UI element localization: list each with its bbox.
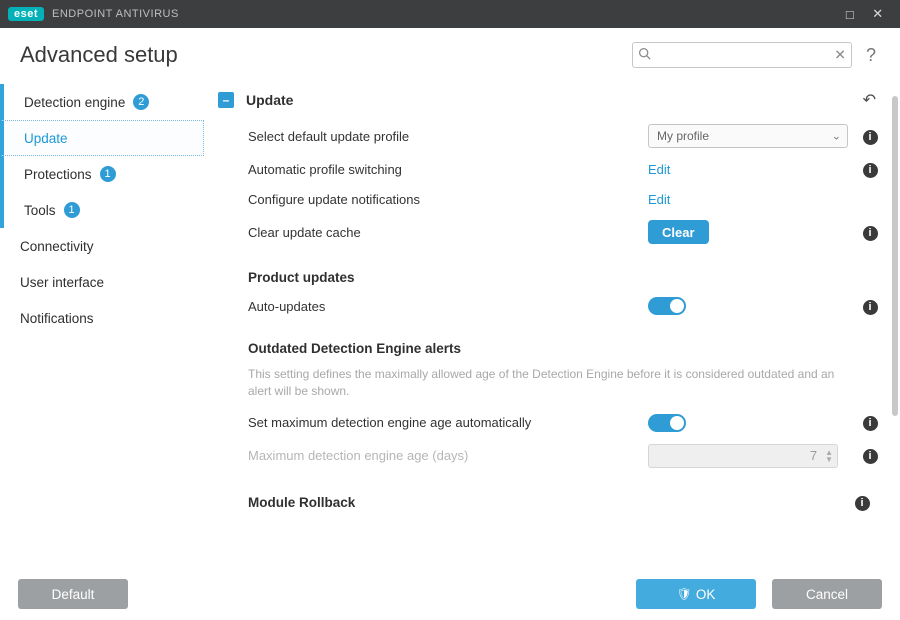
row-clear-cache: Clear update cache Clear i	[214, 214, 890, 250]
info-icon[interactable]: i	[863, 449, 878, 464]
sidebar-item-label: Tools	[24, 203, 56, 218]
row-max-age-days: Maximum detection engine age (days) 7 ▲▼…	[214, 438, 890, 474]
header: Advanced setup ✕ ?	[0, 28, 900, 76]
sidebar-item-label: User interface	[20, 275, 104, 290]
section-title: Update	[246, 92, 863, 108]
brand-badge: eset	[8, 7, 44, 21]
shield-icon: 🛡	[677, 587, 692, 601]
default-button[interactable]: Default	[18, 579, 128, 609]
max-age-days-stepper: 7 ▲▼	[648, 444, 838, 468]
profile-select[interactable]: My profile ⌄	[648, 124, 848, 148]
content-panel: – Update ↶ Select default update profile…	[210, 76, 900, 560]
info-icon[interactable]: i	[863, 226, 878, 241]
sidebar-badge: 2	[133, 94, 149, 110]
edit-link-notifications[interactable]: Edit	[648, 192, 670, 207]
row-auto-updates: Auto-updates i	[214, 291, 890, 321]
info-icon[interactable]: i	[863, 163, 878, 178]
select-value: My profile	[657, 129, 709, 143]
sidebar-badge: 1	[100, 166, 116, 182]
stepper-value: 7	[810, 448, 817, 463]
sidebar: Detection engine 2 Update Protections 1 …	[0, 76, 210, 560]
row-auto-switch: Automatic profile switching Edit i	[214, 154, 890, 184]
info-icon[interactable]: i	[863, 300, 878, 315]
collapse-icon[interactable]: –	[218, 92, 234, 108]
outdated-note: This setting defines the maximally allow…	[214, 362, 890, 408]
sidebar-item-protections[interactable]: Protections 1	[0, 156, 210, 192]
stepper-arrows-icon: ▲▼	[825, 449, 833, 463]
sidebar-item-label: Detection engine	[24, 95, 125, 110]
sidebar-item-update[interactable]: Update	[0, 120, 204, 156]
row-label: Set maximum detection engine age automat…	[248, 415, 648, 430]
sidebar-item-detection-engine[interactable]: Detection engine 2	[0, 84, 210, 120]
max-age-auto-toggle[interactable]	[648, 414, 686, 432]
sidebar-item-user-interface[interactable]: User interface	[0, 264, 210, 300]
search-input[interactable]	[632, 42, 852, 68]
ok-button[interactable]: 🛡 OK	[636, 579, 756, 609]
sidebar-item-connectivity[interactable]: Connectivity	[0, 228, 210, 264]
row-set-max-auto: Set maximum detection engine age automat…	[214, 408, 890, 438]
window-maximize-icon[interactable]: □	[836, 7, 864, 22]
row-label: Maximum detection engine age (days)	[248, 448, 648, 463]
cancel-button[interactable]: Cancel	[772, 579, 882, 609]
row-label: Automatic profile switching	[248, 162, 648, 177]
scroll-thumb[interactable]	[892, 96, 898, 416]
sidebar-item-label: Connectivity	[20, 239, 94, 254]
sidebar-item-label: Update	[24, 131, 68, 146]
sidebar-item-label: Notifications	[20, 311, 94, 326]
titlebar: eset ENDPOINT ANTIVIRUS □ ✕	[0, 0, 900, 28]
subhead-rollback: Module Rollback i	[214, 474, 890, 517]
ok-label: OK	[696, 587, 716, 602]
edit-link-auto-switch[interactable]: Edit	[648, 162, 670, 177]
help-icon[interactable]: ?	[866, 45, 876, 66]
row-label: Configure update notifications	[248, 192, 648, 207]
clear-search-icon[interactable]: ✕	[834, 47, 846, 64]
footer: Default 🛡 OK Cancel	[0, 568, 900, 620]
page-title: Advanced setup	[20, 42, 632, 68]
chevron-down-icon: ⌄	[832, 130, 841, 143]
info-icon[interactable]: i	[863, 130, 878, 145]
subhead-outdated: Outdated Detection Engine alerts	[214, 321, 890, 362]
product-name: ENDPOINT ANTIVIRUS	[52, 8, 179, 20]
info-icon[interactable]: i	[863, 416, 878, 431]
undo-icon[interactable]: ↶	[863, 90, 876, 110]
auto-updates-toggle[interactable]	[648, 297, 686, 315]
sidebar-badge: 1	[64, 202, 80, 218]
search-box[interactable]: ✕	[632, 42, 852, 68]
scrollbar[interactable]	[892, 96, 898, 562]
sidebar-item-label: Protections	[24, 167, 92, 182]
section-head-update: – Update ↶	[214, 82, 890, 118]
row-label: Clear update cache	[248, 225, 648, 240]
clear-button[interactable]: Clear	[648, 220, 709, 244]
sidebar-item-tools[interactable]: Tools 1	[0, 192, 210, 228]
sidebar-item-notifications[interactable]: Notifications	[0, 300, 210, 336]
row-select-profile: Select default update profile My profile…	[214, 118, 890, 154]
row-label: Select default update profile	[248, 129, 648, 144]
window-close-icon[interactable]: ✕	[864, 6, 892, 22]
row-label: Auto-updates	[248, 299, 648, 314]
subhead-label: Module Rollback	[248, 495, 850, 510]
row-notifications: Configure update notifications Edit	[214, 184, 890, 214]
subhead-product-updates: Product updates	[214, 250, 890, 291]
info-icon[interactable]: i	[855, 496, 870, 511]
